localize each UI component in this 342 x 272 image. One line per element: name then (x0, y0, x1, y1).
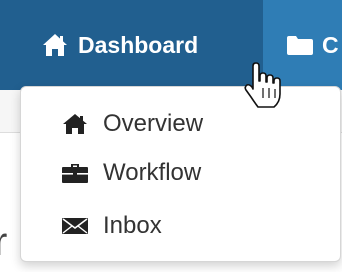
nav-item-dashboard[interactable]: Dashboard (0, 0, 263, 90)
home-icon (57, 112, 93, 136)
envelope-icon (57, 214, 93, 238)
menu-item-label: Inbox (103, 212, 162, 239)
menu-item-label: Workflow (103, 159, 202, 186)
top-navbar: Dashboard C (0, 0, 342, 90)
folder-icon (286, 31, 316, 59)
nav-item-label: Dashboard (78, 31, 199, 58)
menu-item-inbox[interactable]: Inbox (57, 206, 162, 246)
background-text: r (0, 220, 8, 264)
home-icon (42, 31, 72, 59)
briefcase-icon (57, 161, 93, 185)
menu-item-label: Overview (103, 110, 204, 137)
menu-item-workflow[interactable]: Workflow (57, 153, 201, 193)
menu-item-overview[interactable]: Overview (57, 104, 203, 144)
dashboard-dropdown-menu: Overview Workflow Inbox (20, 86, 341, 262)
nav-item-label: C (322, 31, 339, 58)
page: Dashboard C r Overview Workflow Inbox (0, 0, 342, 272)
hand-cursor-icon (243, 62, 283, 110)
